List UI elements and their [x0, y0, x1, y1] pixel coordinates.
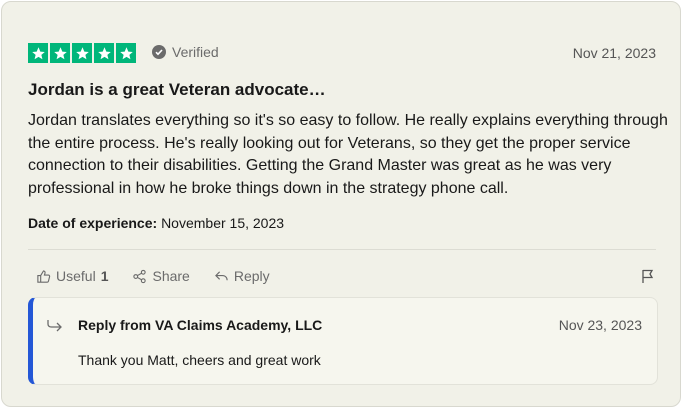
review-card: Verified Nov 21, 2023 Jordan is a great … [1, 1, 681, 407]
review-body: Jordan translates everything so it's so … [28, 112, 668, 197]
star-icon [50, 43, 70, 63]
star-icon [94, 43, 114, 63]
useful-button[interactable]: Useful 1 [36, 268, 108, 284]
date-of-experience: Date of experience: November 15, 2023 [28, 215, 284, 231]
star-icon [28, 43, 48, 63]
reply-date: Nov 23, 2023 [558, 317, 642, 333]
share-button[interactable]: Share [132, 268, 190, 284]
review-title[interactable]: Jordan is a great Veteran advocate… [28, 80, 326, 100]
reply-text: Thank you Matt, cheers and great work [78, 352, 321, 368]
reply-from: Reply from VA Claims Academy, LLC [78, 317, 323, 333]
verified-badge: Verified [152, 44, 219, 60]
star-rating [28, 43, 136, 63]
share-icon [133, 269, 147, 283]
experience-label: Date of experience: [28, 215, 158, 231]
star-icon [72, 43, 92, 63]
star-icon [116, 43, 136, 63]
useful-label: Useful [56, 268, 96, 284]
reply-label: Reply [233, 268, 270, 284]
verified-label: Verified [172, 44, 219, 60]
thumbs-up-icon [37, 269, 51, 283]
review-date: Nov 21, 2023 [572, 45, 656, 61]
flag-icon[interactable] [640, 268, 656, 284]
verified-check-icon [152, 45, 166, 59]
reply-icon [214, 270, 228, 280]
experience-date: November 15, 2023 [161, 215, 285, 231]
share-label: Share [152, 268, 190, 284]
company-reply: Reply from VA Claims Academy, LLC Nov 23… [28, 297, 658, 385]
useful-count: 1 [100, 268, 109, 284]
reply-arrow-icon [47, 320, 62, 332]
divider [28, 249, 656, 250]
reply-button[interactable]: Reply [214, 268, 270, 284]
review-actions: Useful 1 Share Reply [36, 268, 270, 284]
